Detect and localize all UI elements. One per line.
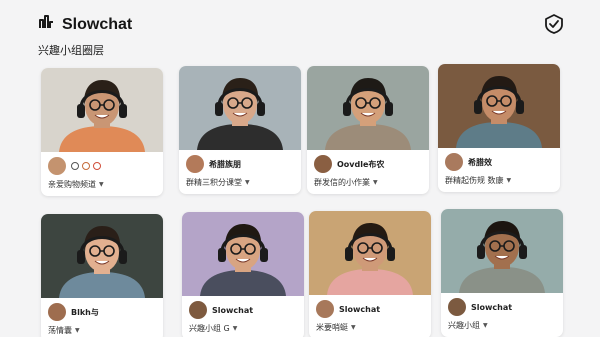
- group-card[interactable]: 亲爱购物频道 ▼: [41, 68, 163, 196]
- card-meta-row: Oovdle布农: [314, 155, 422, 173]
- member-photo: [307, 66, 429, 150]
- card-meta-row: 希腊效: [445, 153, 553, 171]
- card-subtitle-dropdown[interactable]: 兴趣小组 G ▼: [189, 323, 297, 334]
- brand[interactable]: Slowchat: [38, 14, 132, 35]
- card-subtitle-dropdown[interactable]: 群精三积分课堂 ▼: [186, 177, 294, 188]
- card-info: 亲爱购物频道 ▼: [41, 152, 163, 196]
- card-info: 希腊族朋群精三积分课堂 ▼: [179, 150, 301, 194]
- card-info: Slowchat 米要哨蜓 ▼: [309, 295, 431, 337]
- card-photo: [307, 66, 429, 150]
- app-title: Slowchat: [62, 15, 133, 33]
- status-icons: [71, 162, 101, 170]
- member-photo: [182, 212, 304, 296]
- card-subtitle-dropdown[interactable]: 亲爱购物频道 ▼: [48, 179, 156, 190]
- card-name: Slowchat: [212, 305, 254, 315]
- shield-check-icon[interactable]: [543, 13, 565, 40]
- card-name: Blkh与: [71, 307, 99, 317]
- member-photo: [441, 209, 563, 293]
- card-meta-row: Slowchat: [448, 298, 556, 316]
- chevron-down-icon[interactable]: ▼: [245, 179, 250, 186]
- chevron-down-icon[interactable]: ▼: [99, 181, 104, 188]
- card-meta-row: Blkh与: [48, 303, 156, 321]
- card-meta-row: 希腊族朋: [186, 155, 294, 173]
- card-info: Slowchat 兴趣小组 ▼: [441, 293, 563, 337]
- card-photo: [179, 66, 301, 150]
- card-name: Slowchat: [471, 302, 513, 312]
- card-meta-row: [48, 157, 156, 175]
- avatar[interactable]: [314, 155, 332, 173]
- card-subtitle: 米要哨蜓: [316, 323, 348, 332]
- chevron-down-icon[interactable]: ▼: [233, 325, 238, 332]
- chevron-down-icon[interactable]: ▼: [75, 327, 80, 334]
- card-photo: [182, 212, 304, 296]
- avatar[interactable]: [48, 157, 66, 175]
- chevron-down-icon[interactable]: ▼: [483, 322, 488, 329]
- group-card[interactable]: Slowchat 兴趣小组 G ▼: [182, 212, 304, 337]
- member-photo: [41, 68, 163, 152]
- chevron-down-icon[interactable]: ▼: [351, 324, 356, 331]
- card-info: Oovdle布农群发信的小作業 ▼: [307, 150, 429, 194]
- app-header: Slowchat 兴趣小组圈层: [38, 14, 132, 58]
- group-card[interactable]: 希腊族朋群精三积分课堂 ▼: [179, 66, 301, 194]
- card-name: Oovdle布农: [337, 159, 385, 169]
- card-info: 希腊效群精起伤规 数康 ▼: [438, 148, 560, 192]
- card-subtitle-dropdown[interactable]: 群精起伤规 数康 ▼: [445, 175, 553, 186]
- member-photo: [41, 214, 163, 298]
- headset-icon: [71, 162, 79, 170]
- card-subtitle: 兴趣小组: [448, 321, 480, 330]
- card-subtitle: 群精三积分课堂: [186, 178, 242, 187]
- avatar[interactable]: [448, 298, 466, 316]
- page-subtitle: 兴趣小组圈层: [38, 44, 104, 57]
- reaction-icon: [82, 162, 90, 170]
- card-subtitle: 群精起伤规 数康: [445, 176, 504, 185]
- live-icon: [93, 162, 101, 170]
- card-name: 希腊效: [468, 157, 492, 167]
- card-meta-row: Slowchat: [189, 301, 297, 319]
- card-info: Slowchat 兴趣小组 G ▼: [182, 296, 304, 337]
- card-meta-row: Slowchat: [316, 300, 424, 318]
- card-subtitle: 群发信的小作業: [314, 178, 370, 187]
- avatar[interactable]: [189, 301, 207, 319]
- avatar[interactable]: [48, 303, 66, 321]
- card-subtitle: 亲爱购物频道: [48, 180, 96, 189]
- group-card[interactable]: Slowchat 兴趣小组 ▼: [441, 209, 563, 337]
- waveform-logo-icon: [38, 14, 56, 35]
- card-subtitle-dropdown[interactable]: 兴趣小组 ▼: [448, 320, 556, 331]
- chevron-down-icon[interactable]: ▼: [373, 179, 378, 186]
- card-photo: [309, 211, 431, 295]
- avatar[interactable]: [445, 153, 463, 171]
- card-photo: [41, 68, 163, 152]
- card-name: 希腊族朋: [209, 159, 241, 169]
- card-subtitle-dropdown[interactable]: 荡情囊 ▼: [48, 325, 156, 336]
- card-subtitle: 兴趣小组 G: [189, 324, 230, 333]
- group-card[interactable]: 希腊效群精起伤规 数康 ▼: [438, 64, 560, 192]
- member-photo: [179, 66, 301, 150]
- card-photo: [438, 64, 560, 148]
- card-name: Slowchat: [339, 304, 381, 314]
- card-photo: [441, 209, 563, 293]
- card-subtitle: 荡情囊: [48, 326, 72, 335]
- chevron-down-icon[interactable]: ▼: [507, 177, 512, 184]
- card-subtitle-dropdown[interactable]: 群发信的小作業 ▼: [314, 177, 422, 188]
- group-card[interactable]: Slowchat 米要哨蜓 ▼: [309, 211, 431, 337]
- member-photo: [438, 64, 560, 148]
- member-photo: [309, 211, 431, 295]
- card-subtitle-dropdown[interactable]: 米要哨蜓 ▼: [316, 322, 424, 333]
- avatar[interactable]: [186, 155, 204, 173]
- card-photo: [41, 214, 163, 298]
- group-card[interactable]: Oovdle布农群发信的小作業 ▼: [307, 66, 429, 194]
- avatar[interactable]: [316, 300, 334, 318]
- card-info: Blkh与荡情囊 ▼: [41, 298, 163, 337]
- group-card[interactable]: Blkh与荡情囊 ▼: [41, 214, 163, 337]
